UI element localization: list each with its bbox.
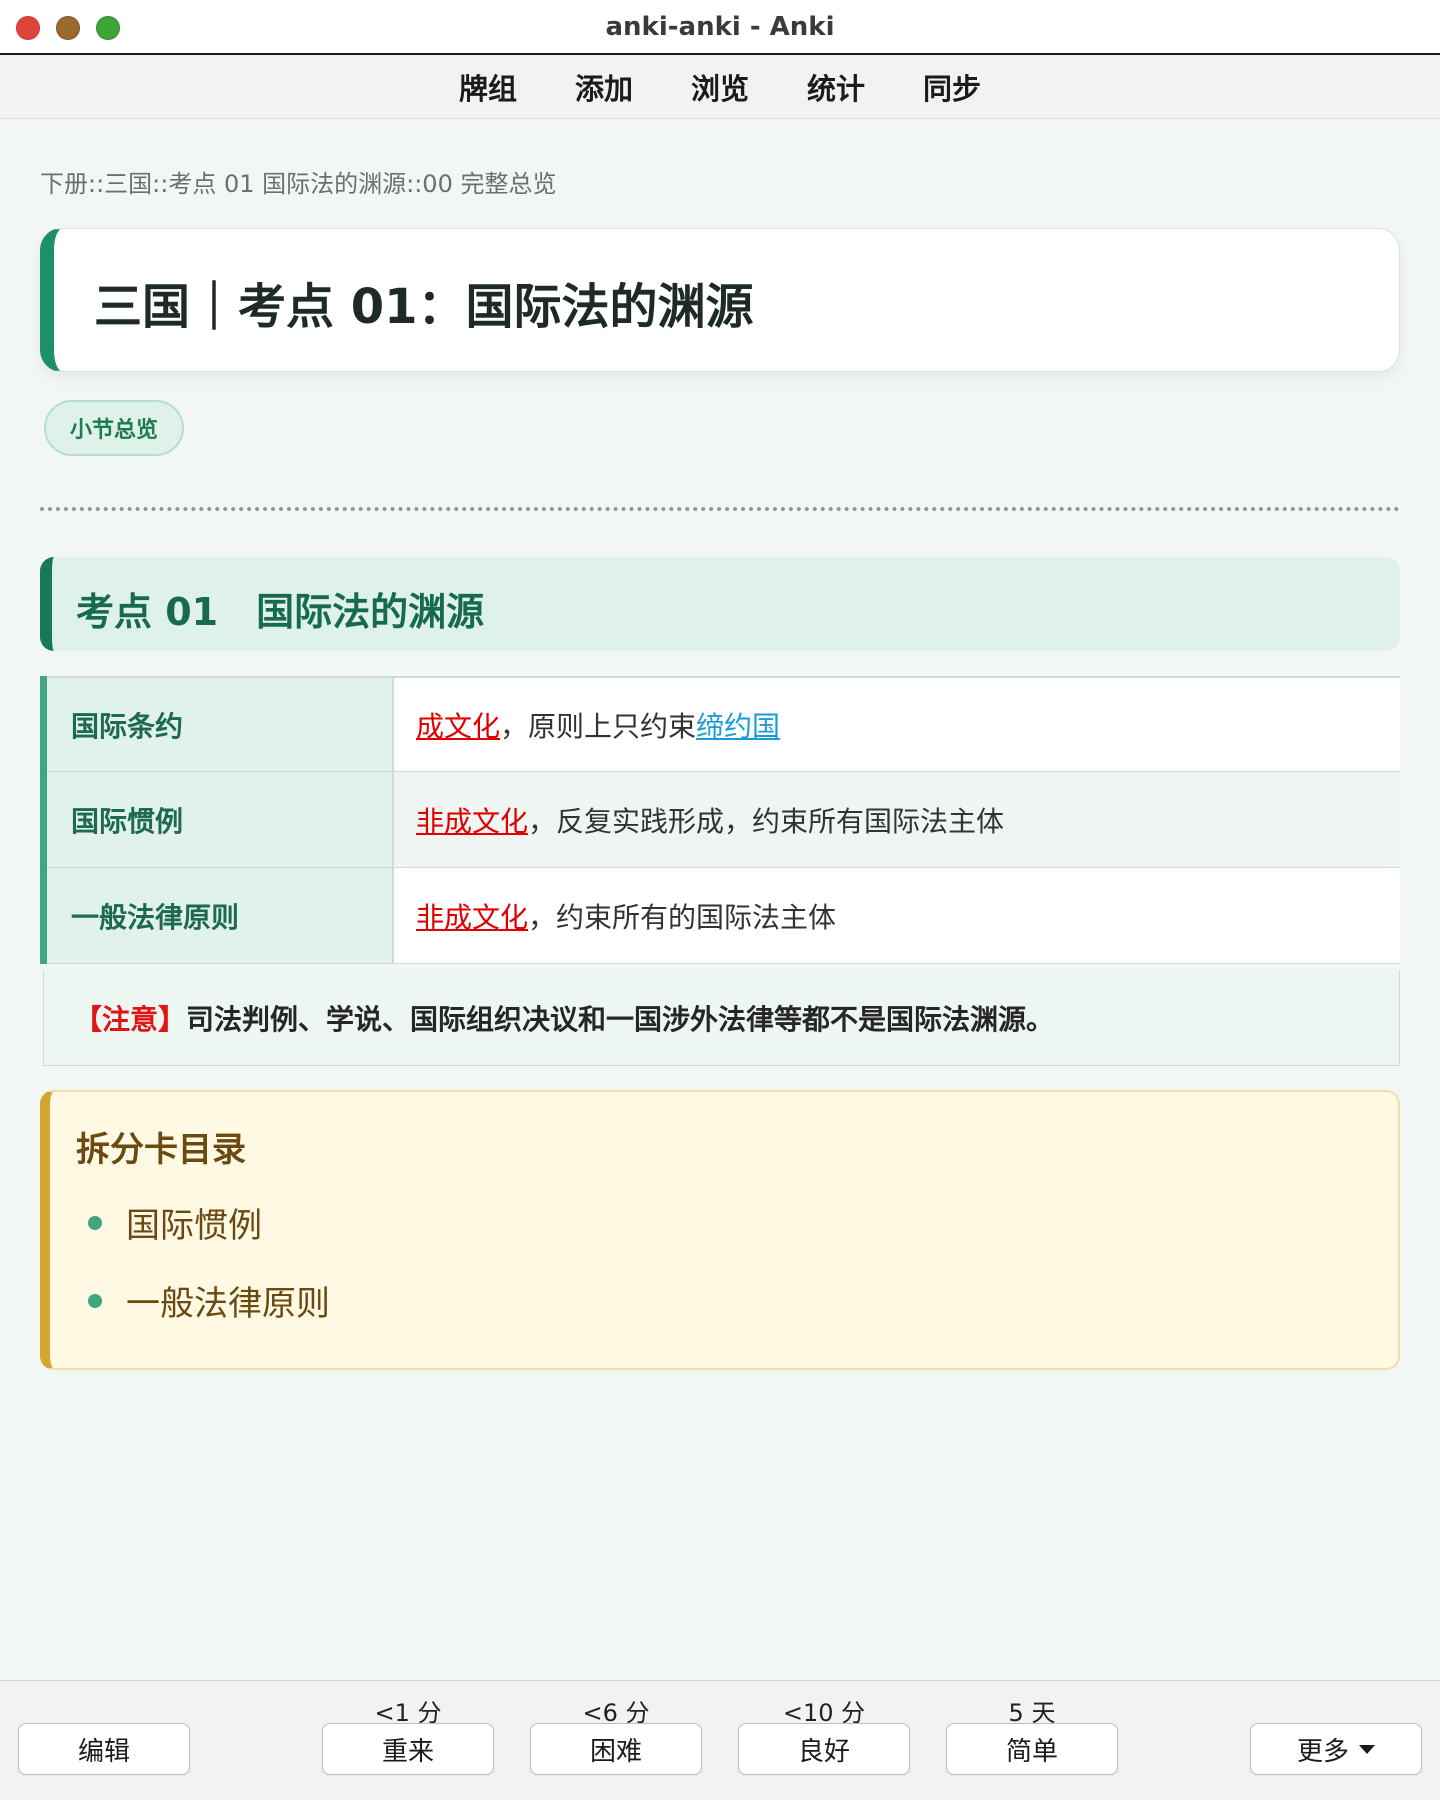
bullet-icon (88, 1293, 102, 1308)
nav-sync[interactable]: 同步 (894, 66, 1010, 108)
hard-button[interactable]: 困难 (530, 1723, 702, 1775)
row-value: 成文化 ，原则上只约束 缔约国 (394, 678, 1400, 771)
highlight-link[interactable]: 缔约国 (696, 705, 780, 745)
toc-item-label: 国际惯例 (126, 1206, 262, 1246)
row-value: 非成文化 ，约束所有的国际法主体 (394, 868, 1400, 963)
toc-item: 国际惯例 (88, 1198, 262, 1247)
note-tag: 【注意】 (74, 1002, 187, 1036)
chevron-down-icon (1359, 1744, 1375, 1754)
again-button[interactable]: 重来 (322, 1723, 494, 1775)
dotted-divider (40, 507, 1400, 511)
title-card: 三国｜考点 01：国际法的渊源 (40, 228, 1400, 372)
nav-decks[interactable]: 牌组 (430, 66, 546, 108)
note-text: 司法判例、学说、国际组织决议和一国涉外法律等都不是国际法渊源。 (186, 1002, 1055, 1036)
toc-box: 拆分卡目录 国际惯例 一般法律原则 (40, 1090, 1400, 1370)
edit-button[interactable]: 编辑 (18, 1723, 190, 1775)
sources-table: 国际条约 成文化 ，原则上只约束 缔约国 国际惯例 非成文化 ，反复实践形成，约束所有… (40, 676, 1400, 964)
easy-button[interactable]: 简单 (946, 1723, 1118, 1775)
row-value-text: ，原则上只约束 (500, 709, 697, 743)
row-value: 非成文化 ，反复实践形成，约束所有国际法主体 (394, 772, 1400, 867)
highlight-red: 非成文化 (416, 900, 529, 934)
highlight-red: 成文化 (416, 709, 501, 743)
nav-browse[interactable]: 浏览 (662, 66, 778, 108)
toc-item: 一般法律原则 (88, 1276, 330, 1325)
bullet-icon (88, 1215, 102, 1230)
row-value-text: ，反复实践形成，约束所有国际法主体 (528, 804, 1005, 838)
table-row: 一般法律原则 非成文化 ，约束所有的国际法主体 (47, 868, 1400, 964)
row-key: 国际惯例 (47, 772, 394, 867)
window-titlebar: anki-anki - Anki (0, 0, 1440, 55)
section-heading: 考点 01 国际法的渊源 (40, 557, 1400, 651)
section-tag: 小节总览 (44, 400, 184, 456)
window-title: anki-anki - Anki (605, 12, 835, 42)
card-content: 下册::三国::考点 01 国际法的渊源::00 完整总览 三国｜考点 01：国… (0, 120, 1440, 1680)
more-button-label: 更多 (1296, 1736, 1349, 1767)
row-key: 国际条约 (47, 678, 394, 771)
nav-stats[interactable]: 统计 (778, 66, 894, 108)
row-value-text: ，约束所有的国际法主体 (528, 900, 837, 934)
card-title: 三国｜考点 01：国际法的渊源 (94, 279, 754, 335)
toc-item-label: 一般法律原则 (126, 1284, 330, 1324)
note-box: 【注意】 司法判例、学说、国际组织决议和一国涉外法律等都不是国际法渊源。 (43, 970, 1400, 1066)
top-navigation: 牌组 添加 浏览 统计 同步 (0, 55, 1440, 119)
table-row: 国际条约 成文化 ，原则上只约束 缔约国 (47, 676, 1400, 772)
highlight-red: 非成文化 (416, 804, 529, 838)
good-button[interactable]: 良好 (738, 1723, 910, 1775)
deck-path: 下册::三国::考点 01 国际法的渊源::00 完整总览 (40, 170, 557, 198)
more-button[interactable]: 更多 (1250, 1723, 1422, 1775)
nav-add[interactable]: 添加 (546, 66, 662, 108)
row-key: 一般法律原则 (47, 868, 394, 963)
section-heading-text: 考点 01 国际法的渊源 (76, 590, 485, 634)
toc-title: 拆分卡目录 (76, 1130, 246, 1170)
answer-bar: 编辑 <1 分 重来 <6 分 困难 <10 分 良好 5 天 简单 更多 (0, 1680, 1440, 1800)
table-row: 国际惯例 非成文化 ，反复实践形成，约束所有国际法主体 (47, 772, 1400, 868)
